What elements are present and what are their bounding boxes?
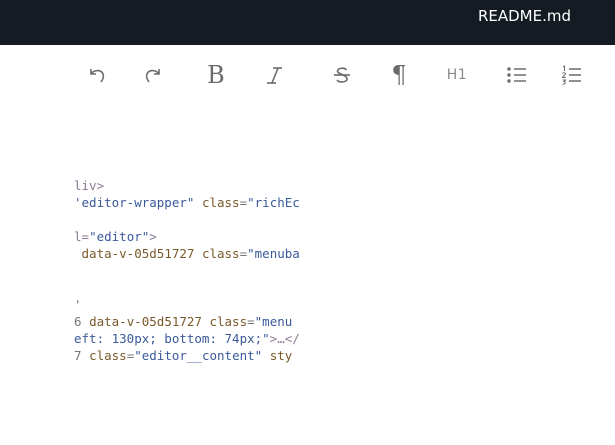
code-token: data-v-05d51727	[81, 246, 195, 261]
code-line: eft: 130px; bottom: 74px;">…</	[74, 331, 344, 348]
code-token: >…</	[269, 331, 300, 346]
editor-toolbar: B ¶ H1	[0, 45, 615, 105]
code-token: class	[201, 246, 240, 261]
undo-button[interactable]	[80, 58, 114, 92]
bold-icon: B	[207, 61, 225, 89]
strikethrough-button[interactable]	[325, 58, 359, 92]
paragraph-icon: ¶	[391, 61, 407, 89]
code-token: =	[239, 246, 248, 261]
undo-icon	[90, 69, 105, 83]
code-token: =	[247, 314, 255, 329]
code-token: "menuba	[247, 246, 300, 261]
italic-button[interactable]	[258, 58, 292, 92]
code-line: liv>	[74, 178, 344, 195]
code-token: 'editor-wrapper"	[74, 195, 195, 210]
bullet-list-icon	[507, 67, 526, 83]
code-token: eft: 130px; bottom: 74px;"	[74, 331, 270, 346]
code-token: liv>	[74, 178, 105, 193]
strikethrough-icon	[334, 67, 350, 83]
code-token: 7	[74, 348, 90, 363]
code-token: data-v-05d51727	[89, 314, 202, 329]
code-line: data-v-05d51727 class="menuba	[74, 246, 344, 263]
code-token: '	[74, 297, 82, 312]
code-token: "menu	[254, 314, 293, 329]
ordered-list-button[interactable]	[555, 58, 589, 92]
code-token: "editor"	[89, 229, 150, 244]
heading-1-button[interactable]: H1	[440, 58, 474, 92]
ordered-list-icon	[561, 65, 581, 85]
code-token: sty	[269, 348, 293, 363]
redo-button[interactable]	[136, 58, 170, 92]
code-token: "richEc	[247, 195, 300, 210]
code-token: >	[149, 229, 157, 244]
bullet-list-button[interactable]	[500, 58, 534, 92]
code-token: class	[209, 314, 248, 329]
code-token: 6	[74, 314, 90, 329]
heading-1-icon: H1	[446, 67, 468, 83]
code-token: =	[239, 195, 248, 210]
code-line: 7 class="editor__content" sty	[74, 348, 344, 365]
code-token: l=	[74, 229, 90, 244]
title-bar: README.md	[0, 0, 615, 45]
redo-icon	[145, 69, 160, 83]
code-line: l="editor">	[74, 229, 344, 246]
code-line: '	[74, 297, 344, 314]
bold-button[interactable]: B	[199, 58, 233, 92]
code-line: 6 data-v-05d51727 class="menu	[74, 314, 344, 331]
devtools-code-snippet: liv>'editor-wrapper" class="richEc l="ed…	[74, 178, 344, 365]
italic-icon	[267, 67, 282, 84]
file-title: README.md	[477, 7, 571, 25]
code-token: class	[89, 348, 127, 363]
code-line: 'editor-wrapper" class="richEc	[74, 195, 344, 212]
code-token: class	[201, 195, 240, 210]
code-token: "editor__content"	[134, 348, 263, 363]
paragraph-button[interactable]: ¶	[382, 58, 416, 92]
